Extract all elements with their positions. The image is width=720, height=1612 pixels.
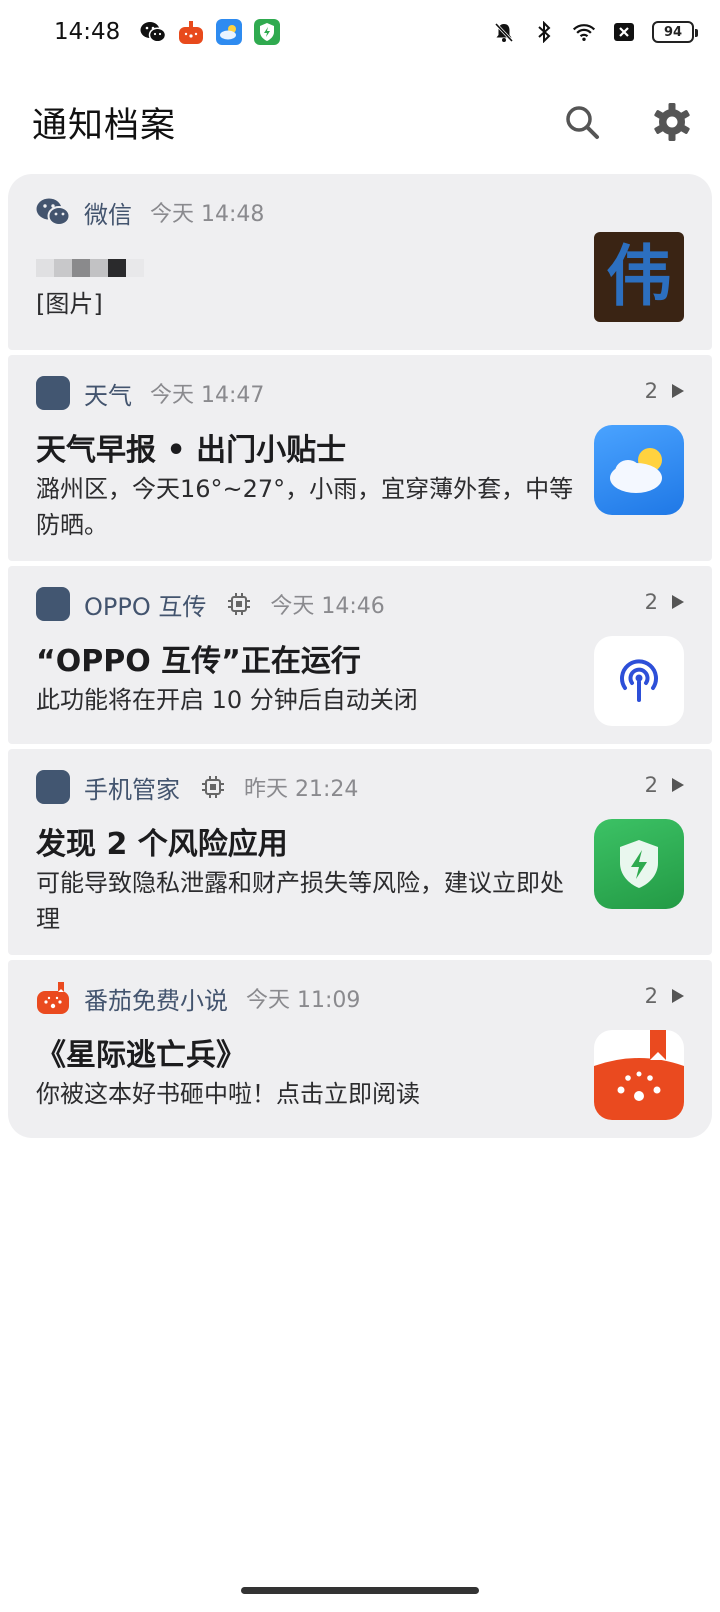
fanqie-novel-app-icon [36,981,70,1015]
notification-count: 2 [644,984,658,1008]
notification-header: 手机管家 昨天 21:24 [36,749,684,825]
chip-icon [226,591,252,617]
app-name: 天气 [84,381,132,410]
notification-text: 发现 2 个风险应用 可能导致隐私泄露和财产损失等风险，建议立即处理 [36,825,594,937]
notification-count: 2 [644,590,658,614]
app-header: 通知档案 [0,88,720,156]
expand-arrow-icon [672,595,684,609]
notification-list: 微信 今天 14:48 [图片] 伟 天气 今天 14:47 2 天气早报 • … [8,174,712,1143]
notification-count: 2 [644,379,658,403]
thumbnail-character: 伟 [606,238,672,315]
notification-card-wechat[interactable]: 微信 今天 14:48 [图片] 伟 [8,174,712,350]
notification-card-fanqie[interactable]: 番茄免费小说 今天 11:09 2 《星际逃亡兵》 你被这本好书砸中啦！点击立即… [8,960,712,1138]
blurred-sender-name [36,250,574,286]
app-name: 手机管家 [84,775,180,804]
status-bar-right: 94 [492,20,698,44]
notification-text: “OPPO 互传”正在运行 此功能将在开启 10 分钟后自动关闭 [36,642,594,726]
phone-manager-app-icon [36,770,70,804]
weather-icon [216,19,243,45]
notification-count: 2 [644,773,658,797]
notification-content: 天气早报 • 出门小贴士 潞州区，今天16°~27°，小雨，宜穿薄外套，中等防晒… [36,425,684,543]
notification-content: 发现 2 个风险应用 可能导致隐私泄露和财产损失等风险，建议立即处理 [36,819,684,937]
expand-group-button[interactable]: 2 [645,379,684,403]
expand-group-button[interactable]: 2 [645,590,684,614]
fanqie-icon [178,19,204,45]
expand-arrow-icon [672,384,684,398]
gear-icon[interactable] [650,100,694,144]
status-bar: 14:48 94 [0,0,720,64]
notification-body: 潞州区，今天16°~27°，小雨，宜穿薄外套，中等防晒。 [36,475,574,539]
expand-arrow-icon [672,989,684,1003]
expand-arrow-icon [672,778,684,792]
notification-text: 《星际逃亡兵》 你被这本好书砸中啦！点击立即阅读 [36,1036,594,1120]
notification-card-phone-manager[interactable]: 手机管家 昨天 21:24 2 发现 2 个风险应用 可能导致隐私泄露和财产损失… [8,749,712,955]
notification-title: 《星际逃亡兵》 [36,1038,246,1073]
notification-time: 昨天 21:24 [244,777,359,802]
expand-group-button[interactable]: 2 [645,984,684,1008]
notification-header: OPPO 互传 今天 14:46 [36,566,684,642]
weather-app-icon [36,376,70,410]
notification-card-weather[interactable]: 天气 今天 14:47 2 天气早报 • 出门小贴士 潞州区，今天16°~27°… [8,355,712,561]
page-title: 通知档案 [32,105,177,146]
status-bar-left: 14:48 [54,19,281,45]
notification-header: 番茄免费小说 今天 11:09 [36,960,684,1036]
notification-content: 《星际逃亡兵》 你被这本好书砸中啦！点击立即阅读 [36,1030,684,1120]
search-icon[interactable] [560,100,604,144]
notification-content: [图片] 伟 [36,232,684,322]
battery-icon: 94 [652,21,698,43]
notification-title: 天气早报 • 出门小贴士 [36,433,347,468]
notification-title: 发现 2 个风险应用 [36,827,288,862]
mute-bell-icon [492,20,516,44]
notification-time: 今天 14:48 [150,202,265,227]
image-thumbnail: 伟 [594,232,684,322]
notification-body: 此功能将在开启 10 分钟后自动关闭 [36,686,418,714]
battery-level: 94 [663,24,683,40]
sim-off-icon [612,20,636,44]
fanqie-novel-icon [594,1030,684,1120]
app-name: 微信 [84,200,132,229]
bluetooth-icon [532,20,556,44]
notification-content: “OPPO 互传”正在运行 此功能将在开启 10 分钟后自动关闭 [36,636,684,726]
notification-card-oppo-share[interactable]: OPPO 互传 今天 14:46 2 “OPPO 互传”正在运行 此功能将在开启… [8,566,712,744]
notification-text: 天气早报 • 出门小贴士 潞州区，今天16°~27°，小雨，宜穿薄外套，中等防晒… [36,431,594,543]
notification-header: 天气 今天 14:47 [36,355,684,431]
notification-time: 今天 14:47 [150,383,265,408]
wechat-icon [36,195,70,229]
status-time: 14:48 [54,19,121,45]
notification-time: 今天 11:09 [246,988,361,1013]
phone-manager-icon [594,819,684,909]
notification-text: [图片] [36,250,594,322]
wechat-icon [140,19,167,45]
header-actions [560,100,694,144]
home-indicator[interactable] [241,1587,479,1594]
expand-group-button[interactable]: 2 [645,773,684,797]
oppo-share-app-icon [36,587,70,621]
chip-icon [200,774,226,800]
notification-body: [图片] [36,290,103,318]
notification-title: “OPPO 互传”正在运行 [36,644,361,679]
notification-time: 今天 14:46 [270,594,385,619]
phone-manager-icon [254,19,281,45]
notification-body: 你被这本好书砸中啦！点击立即阅读 [36,1080,420,1108]
wifi-icon [572,20,596,44]
weather-app-icon [594,425,684,515]
app-name: 番茄免费小说 [84,986,228,1015]
notification-body: 可能导致隐私泄露和财产损失等风险，建议立即处理 [36,869,564,933]
oppo-share-icon [594,636,684,726]
notification-header: 微信 今天 14:48 [36,174,684,250]
app-name: OPPO 互传 [84,592,207,621]
